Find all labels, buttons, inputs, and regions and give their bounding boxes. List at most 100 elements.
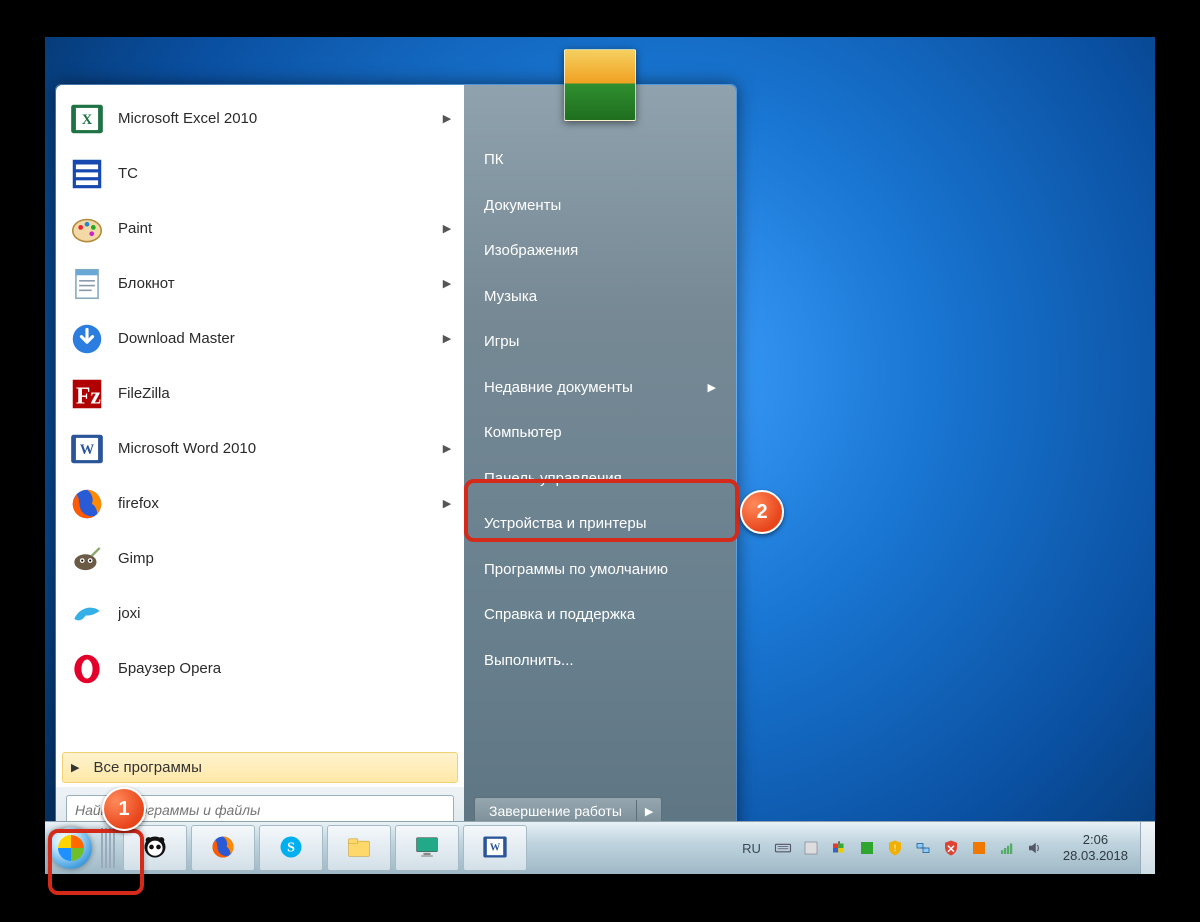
- rightlink-7[interactable]: Панель управления: [472, 456, 728, 502]
- panda-icon: [141, 833, 169, 864]
- submenu-arrow-icon: ▶: [442, 277, 452, 290]
- user-avatar[interactable]: [564, 49, 636, 121]
- taskbar-item-panda[interactable]: [123, 825, 187, 871]
- language-indicator[interactable]: RU: [736, 837, 767, 860]
- joxi-icon: [68, 595, 106, 633]
- rightlink-6[interactable]: Компьютер: [472, 410, 728, 456]
- rightlink-0[interactable]: ПК: [472, 137, 728, 183]
- program-item-gimp[interactable]: Gimp: [60, 531, 460, 586]
- rightlink-2[interactable]: Изображения: [472, 228, 728, 274]
- tray-volume-icon[interactable]: [1025, 838, 1045, 858]
- right-links: ПК Документы Изображения Музыка Игры Недавние…: [464, 133, 736, 789]
- submenu-arrow-icon: ▶: [442, 332, 452, 345]
- submenu-arrow-icon: ▶: [442, 112, 452, 125]
- program-item-excel[interactable]: XMicrosoft Excel 2010▶: [60, 91, 460, 146]
- program-label: TC: [118, 165, 452, 182]
- program-item-opera[interactable]: Браузер Opera: [60, 641, 460, 696]
- filezilla-icon: Fz: [68, 375, 106, 413]
- program-label: Paint: [118, 220, 442, 237]
- rightlink-3[interactable]: Музыка: [472, 274, 728, 320]
- tc-icon: [68, 155, 106, 193]
- opera-icon: [68, 650, 106, 688]
- rightlink-1[interactable]: Документы: [472, 183, 728, 229]
- svg-text:W: W: [490, 842, 501, 853]
- rightlink-label: Недавние документы: [484, 379, 633, 396]
- svg-text:S: S: [287, 840, 295, 855]
- rightlink-label: Изображения: [484, 242, 578, 259]
- shutdown-options-arrow[interactable]: ▶: [636, 800, 661, 823]
- start-button[interactable]: [45, 822, 97, 874]
- submenu-arrow-icon: ▶: [442, 222, 452, 235]
- triangle-right-icon: ▶: [71, 761, 79, 774]
- tray-shield-x-icon[interactable]: [941, 838, 961, 858]
- all-programs-button[interactable]: ▶ Все программы: [62, 752, 458, 783]
- firefox-icon: [209, 833, 237, 864]
- tray-shield-warn-icon[interactable]: !: [885, 838, 905, 858]
- program-item-word[interactable]: WMicrosoft Word 2010▶: [60, 421, 460, 476]
- rightlink-label: Справка и поддержка: [484, 606, 635, 623]
- program-item-filezilla[interactable]: Fz FileZilla: [60, 366, 460, 421]
- program-item-tc[interactable]: TC: [60, 146, 460, 201]
- rightlink-label: Документы: [484, 197, 561, 214]
- rightlink-9[interactable]: Программы по умолчанию: [472, 547, 728, 593]
- rightlink-label: Игры: [484, 333, 519, 350]
- svg-text:W: W: [80, 441, 95, 457]
- tray-box-icon[interactable]: [801, 838, 821, 858]
- tray-flag-icon[interactable]: [829, 838, 849, 858]
- program-label: Блокнот: [118, 275, 442, 292]
- tray-green-icon[interactable]: [857, 838, 877, 858]
- program-item-dm[interactable]: Download Master▶: [60, 311, 460, 366]
- program-label: firefox: [118, 495, 442, 512]
- gimp-icon: [68, 540, 106, 578]
- program-label: FileZilla: [118, 385, 452, 402]
- tray-keyboard-icon[interactable]: [773, 838, 793, 858]
- program-label: Браузер Opera: [118, 660, 452, 677]
- explorer-icon: [345, 833, 373, 864]
- program-label: Gimp: [118, 550, 452, 567]
- tray-orange-icon[interactable]: [969, 838, 989, 858]
- taskbar-item-explorer[interactable]: [327, 825, 391, 871]
- rightlink-5[interactable]: Недавние документы▶: [472, 365, 728, 411]
- rightlink-label: Панель управления: [484, 470, 622, 487]
- start-menu: XMicrosoft Excel 2010▶TCPaint▶Блокнот▶Do…: [55, 84, 737, 838]
- taskbar: S W RU ! 2:06 28.03.2018: [45, 821, 1155, 874]
- taskbar-item-display[interactable]: [395, 825, 459, 871]
- notepad-icon: [68, 265, 106, 303]
- program-item-joxi[interactable]: joxi: [60, 586, 460, 641]
- rightlink-label: Выполнить...: [484, 652, 574, 669]
- rightlink-label: Устройства и принтеры: [484, 515, 646, 532]
- rightlink-label: Компьютер: [484, 424, 562, 441]
- tray-wifi-icon[interactable]: [997, 838, 1017, 858]
- program-label: joxi: [118, 605, 452, 622]
- rightlink-4[interactable]: Игры: [472, 319, 728, 365]
- program-label: Download Master: [118, 330, 442, 347]
- dm-icon: [68, 320, 106, 358]
- svg-text:X: X: [82, 111, 93, 127]
- windows-orb-icon: [50, 827, 92, 869]
- program-item-firefox[interactable]: firefox▶: [60, 476, 460, 531]
- tray-net-icon[interactable]: [913, 838, 933, 858]
- svg-text:Fz: Fz: [76, 383, 102, 409]
- program-item-paint[interactable]: Paint▶: [60, 201, 460, 256]
- taskbar-grip[interactable]: [101, 828, 117, 868]
- paint-icon: [68, 210, 106, 248]
- rightlink-label: Программы по умолчанию: [484, 561, 668, 578]
- taskbar-clock[interactable]: 2:06 28.03.2018: [1051, 832, 1140, 865]
- taskbar-item-word[interactable]: W: [463, 825, 527, 871]
- taskbar-item-skype[interactable]: S: [259, 825, 323, 871]
- skype-icon: S: [277, 833, 305, 864]
- rightlink-10[interactable]: Справка и поддержка: [472, 592, 728, 638]
- clock-date: 28.03.2018: [1063, 848, 1128, 864]
- program-item-notepad[interactable]: Блокнот▶: [60, 256, 460, 311]
- annotation-badge-1: 1: [102, 787, 146, 831]
- start-menu-left-pane: XMicrosoft Excel 2010▶TCPaint▶Блокнот▶Do…: [56, 85, 464, 837]
- rightlink-11[interactable]: Выполнить...: [472, 638, 728, 684]
- start-menu-right-pane: ПК Документы Изображения Музыка Игры Недавние…: [464, 85, 736, 837]
- svg-text:!: !: [894, 843, 897, 853]
- taskbar-item-firefox[interactable]: [191, 825, 255, 871]
- show-desktop-button[interactable]: [1140, 822, 1155, 874]
- submenu-arrow-icon: ▶: [442, 442, 452, 455]
- rightlink-8[interactable]: Устройства и принтеры: [472, 501, 728, 547]
- display-icon: [413, 833, 441, 864]
- all-programs-label: Все программы: [93, 759, 201, 776]
